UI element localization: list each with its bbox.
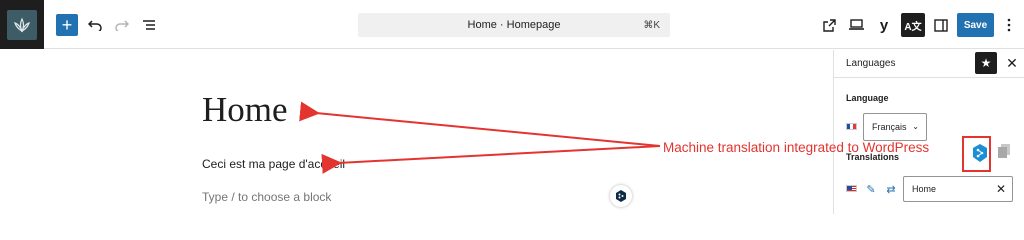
plus-icon: +: [61, 15, 73, 35]
command-center-title: Home · Homepage: [467, 19, 561, 31]
undo-icon: [88, 20, 102, 31]
yoast-icon: y: [879, 16, 889, 34]
preview-button[interactable]: [846, 13, 866, 37]
annotation-highlight-box: [962, 136, 991, 172]
site-logo-button[interactable]: [0, 0, 44, 49]
us-flag-icon: [846, 185, 857, 192]
language-select-value: Français: [872, 122, 907, 132]
redo-button[interactable]: [113, 13, 131, 37]
translate-icon: A文: [904, 21, 922, 33]
sidebar-header: Languages ★ ✕: [834, 50, 1024, 77]
copy-button[interactable]: [997, 143, 1011, 159]
pencil-icon: ✎: [866, 183, 876, 196]
language-section-label: Language: [846, 93, 889, 103]
sidebar-divider: [834, 77, 1024, 78]
sync-icon: ⇄: [886, 183, 896, 196]
command-center[interactable]: Home · Homepage ⌘K: [358, 13, 670, 37]
undo-button[interactable]: [86, 13, 104, 37]
sync-translation-button[interactable]: ⇄: [884, 183, 898, 196]
chevron-down-icon: ⌄: [912, 122, 919, 131]
paragraph-block[interactable]: Ceci est ma page d'accueil: [202, 157, 345, 171]
sidebar-icon: [934, 18, 948, 32]
list-view-icon: [143, 20, 155, 30]
lotus-icon: [7, 9, 37, 40]
close-icon: ✕: [1006, 54, 1018, 71]
french-flag-icon: [846, 123, 857, 130]
pin-button[interactable]: ★: [975, 52, 997, 74]
external-link-icon: [822, 18, 836, 32]
languages-sidebar: Languages ★ ✕ Language Français ⌄ Transl…: [833, 50, 1024, 214]
top-toolbar: + Home · Homepage ⌘K y A文 Save: [0, 0, 1024, 49]
add-block-button[interactable]: +: [56, 14, 78, 36]
translate-button[interactable]: A文: [901, 13, 925, 37]
close-sidebar-button[interactable]: ✕: [1004, 54, 1020, 72]
more-vertical-icon: [1007, 18, 1011, 32]
star-icon: ★: [980, 56, 992, 70]
block-appender[interactable]: Type / to choose a block: [202, 190, 331, 204]
redo-icon: [115, 20, 129, 31]
command-center-shortcut: ⌘K: [643, 19, 660, 31]
options-button[interactable]: [1000, 13, 1018, 37]
copy-icon: [998, 144, 1010, 158]
view-page-button[interactable]: [820, 13, 838, 37]
edit-translation-button[interactable]: ✎: [865, 183, 877, 196]
settings-sidebar-button[interactable]: [932, 13, 950, 37]
translation-field-value: Home: [912, 184, 937, 194]
clear-icon[interactable]: ✕: [996, 182, 1006, 196]
deepl-floating-icon[interactable]: [610, 185, 632, 207]
editor-window: + Home · Homepage ⌘K y A文 Save Home Ceci…: [0, 0, 1024, 214]
yoast-seo-button[interactable]: y: [874, 13, 894, 37]
annotation-text: Machine translation integrated to WordPr…: [663, 140, 930, 155]
save-button[interactable]: Save: [957, 13, 994, 37]
editor-canvas: Home Ceci est ma page d'accueil Type / t…: [0, 50, 833, 214]
translation-field[interactable]: Home ✕: [903, 176, 1013, 202]
language-select[interactable]: Français ⌄: [863, 113, 927, 141]
desktop-icon: [848, 19, 864, 30]
page-title[interactable]: Home: [202, 90, 288, 130]
document-overview-button[interactable]: [140, 13, 158, 37]
sidebar-title: Languages: [846, 58, 896, 69]
